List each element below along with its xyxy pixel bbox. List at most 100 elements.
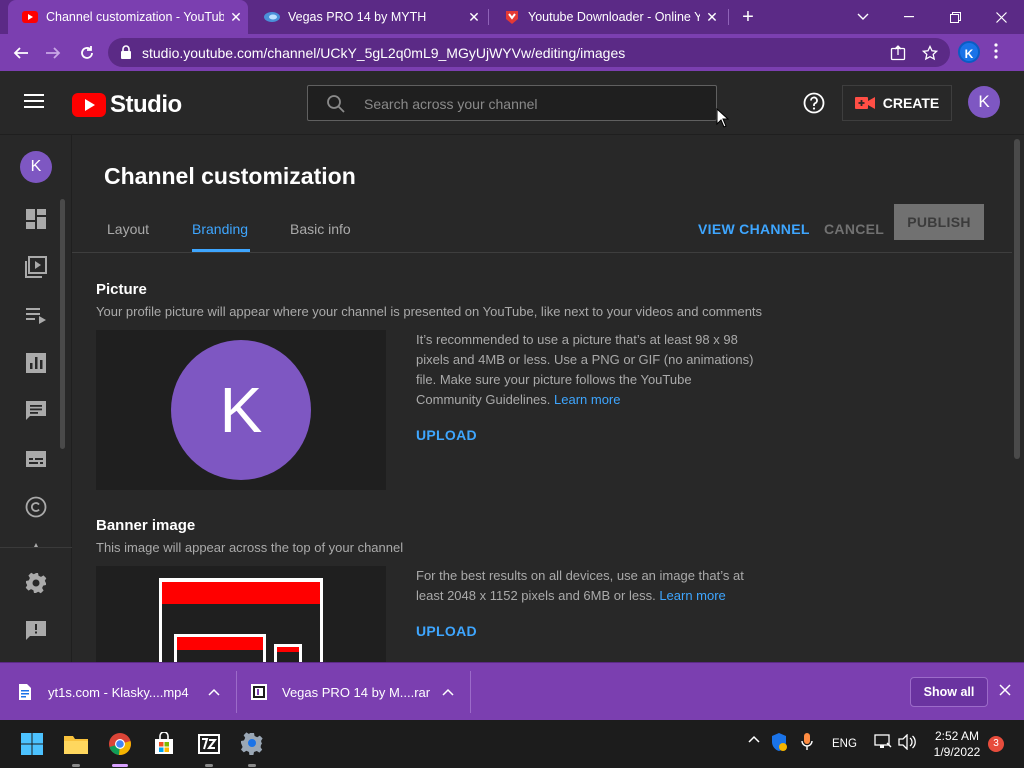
browser-tab-channel-customization[interactable]: Channel customization - YouTub ✕ xyxy=(8,0,248,34)
settings-gear-icon[interactable] xyxy=(24,571,48,595)
tab-search-chevron-down-icon[interactable] xyxy=(840,0,886,34)
banner-upload-button[interactable]: UPLOAD xyxy=(416,623,477,639)
system-clock[interactable]: 2:52 AM 1/9/2022 xyxy=(922,728,992,760)
browser-tab-vegas-pro[interactable]: Vegas PRO 14 by MYTH ✕ xyxy=(250,0,486,34)
windows-start-icon[interactable] xyxy=(18,730,46,758)
new-tab-icon[interactable]: + xyxy=(736,5,760,29)
create-button[interactable]: CREATE xyxy=(842,85,952,121)
profile-picture-avatar: K xyxy=(171,340,311,480)
clock-date: 1/9/2022 xyxy=(933,745,981,759)
account-avatar[interactable]: K xyxy=(968,86,1000,118)
close-downloads-bar-icon[interactable] xyxy=(998,683,1012,702)
tab-branding[interactable]: Branding xyxy=(192,221,248,237)
banner-section-title: Banner image xyxy=(96,517,196,534)
address-bar[interactable]: studio.youtube.com/channel/UCkY_5gL2q0mL… xyxy=(108,38,950,67)
security-shield-icon[interactable] xyxy=(770,732,788,755)
show-hidden-icons-chevron-icon[interactable] xyxy=(748,734,760,746)
picture-section-title: Picture xyxy=(96,281,147,298)
clock-time: 2:52 AM xyxy=(934,729,980,743)
playlists-icon[interactable] xyxy=(24,303,48,327)
studio-logo-text: Studio xyxy=(110,91,182,118)
page-title: Channel customization xyxy=(104,163,356,189)
bookmark-star-icon[interactable] xyxy=(921,44,939,66)
download-item-mp4[interactable]: yt1s.com - Klasky....mp4 xyxy=(18,663,232,721)
publish-button[interactable]: PUBLISH xyxy=(894,204,984,240)
subtitles-icon[interactable] xyxy=(24,447,48,471)
banner-learn-more-link[interactable]: Learn more xyxy=(659,588,725,603)
profile-picture-preview: K xyxy=(96,330,386,490)
main-content: Channel customization Layout Branding Ba… xyxy=(72,135,1024,662)
tab-basic-info[interactable]: Basic info xyxy=(290,221,351,237)
download-separator xyxy=(470,671,471,713)
download-item-rar[interactable]: Vegas PRO 14 by M....rar xyxy=(250,663,460,721)
picture-upload-button[interactable]: UPLOAD xyxy=(416,427,477,443)
settings-app-icon[interactable] xyxy=(238,730,266,758)
help-icon[interactable] xyxy=(802,91,826,120)
tab-layout[interactable]: Layout xyxy=(107,221,149,237)
send-feedback-icon[interactable] xyxy=(24,619,48,643)
downloader-favicon-icon xyxy=(504,9,520,25)
rar-archive-icon xyxy=(251,684,267,700)
banner-placeholder-illustration xyxy=(159,578,323,662)
hamburger-menu-icon[interactable] xyxy=(24,93,46,114)
picture-section-description: Your profile picture will appear where y… xyxy=(96,304,763,319)
download-filename: yt1s.com - Klasky....mp4 xyxy=(48,684,189,700)
customization-tabs: Layout Branding Basic info VIEW CHANNEL … xyxy=(72,204,1012,253)
copyright-icon[interactable] xyxy=(24,495,48,519)
chevron-up-icon[interactable] xyxy=(442,688,454,696)
video-camera-icon xyxy=(854,97,875,109)
search-placeholder: Search across your channel xyxy=(364,96,538,112)
back-arrow-icon[interactable] xyxy=(8,40,34,66)
content-icon[interactable] xyxy=(24,255,48,279)
dashboard-icon[interactable] xyxy=(24,207,48,231)
picture-learn-more-link[interactable]: Learn more xyxy=(554,392,620,407)
chevron-up-icon[interactable] xyxy=(208,688,220,696)
banner-section-description: This image will appear across the top of… xyxy=(96,540,404,555)
language-indicator[interactable]: ENG xyxy=(832,738,857,750)
close-window-icon[interactable] xyxy=(978,0,1024,34)
tab-close-icon[interactable]: ✕ xyxy=(462,9,486,26)
notification-count-badge[interactable]: 3 xyxy=(988,736,1004,752)
selected-tab-indicator xyxy=(192,249,250,252)
restore-icon[interactable] xyxy=(932,0,978,34)
microphone-icon[interactable] xyxy=(800,732,814,755)
view-channel-button[interactable]: VIEW CHANNEL xyxy=(698,221,810,237)
microsoft-store-icon[interactable] xyxy=(150,730,178,758)
taskbar-indicator xyxy=(72,764,80,767)
tab-close-icon[interactable]: ✕ xyxy=(700,9,724,26)
file-explorer-icon[interactable] xyxy=(62,730,90,758)
vegas-favicon-icon xyxy=(264,9,280,25)
downloads-bar: yt1s.com - Klasky....mp4 Vegas PRO 14 by… xyxy=(0,662,1024,720)
sidebar-scrollbar[interactable] xyxy=(60,199,65,449)
taskbar-active-indicator xyxy=(112,764,128,767)
channel-search-input[interactable]: Search across your channel xyxy=(307,85,717,121)
forward-arrow-icon[interactable] xyxy=(40,40,66,66)
minimize-icon[interactable] xyxy=(886,0,932,34)
network-icon[interactable] xyxy=(874,734,892,753)
browser-tab-youtube-downloader[interactable]: Youtube Downloader - Online Yo ✕ xyxy=(490,0,724,34)
reload-icon[interactable] xyxy=(74,40,100,66)
show-all-downloads-button[interactable]: Show all xyxy=(910,677,988,707)
browser-profile-avatar[interactable]: K xyxy=(958,41,980,63)
browser-menu-icon[interactable] xyxy=(994,43,998,64)
create-label: CREATE xyxy=(882,95,940,111)
picture-info-text: It’s recommended to use a picture that’s… xyxy=(416,330,756,410)
browser-tab-strip: Channel customization - YouTub ✕ Vegas P… xyxy=(0,0,1024,34)
download-separator xyxy=(236,671,237,713)
analytics-icon[interactable] xyxy=(24,351,48,375)
chrome-icon[interactable] xyxy=(106,730,134,758)
search-icon xyxy=(326,94,346,119)
comments-icon[interactable] xyxy=(24,399,48,423)
channel-avatar[interactable]: K xyxy=(20,151,52,183)
youtube-studio-logo[interactable]: Studio xyxy=(72,91,182,119)
windows-taskbar: ENG 2:52 AM 1/9/2022 3 xyxy=(0,720,1024,768)
7zip-icon[interactable] xyxy=(195,730,223,758)
share-icon[interactable] xyxy=(890,45,906,66)
tab-close-icon[interactable]: ✕ xyxy=(224,9,248,26)
document-file-icon xyxy=(19,684,31,700)
volume-icon[interactable] xyxy=(898,733,916,753)
main-scrollbar[interactable] xyxy=(1014,139,1020,459)
tab-title: Vegas PRO 14 by MYTH xyxy=(288,10,427,24)
cancel-button[interactable]: CANCEL xyxy=(824,221,884,237)
lock-icon[interactable] xyxy=(120,45,132,64)
